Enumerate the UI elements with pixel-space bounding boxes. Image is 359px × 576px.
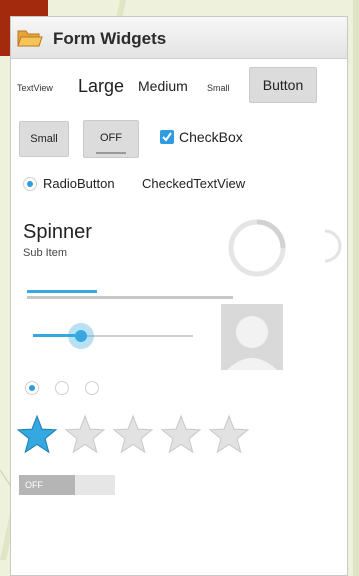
person-icon bbox=[227, 316, 277, 370]
title-bar: Form Widgets bbox=[11, 17, 347, 59]
progress-bar-secondary bbox=[27, 290, 97, 293]
switch-thumb: OFF bbox=[19, 475, 75, 495]
progress-bar-track bbox=[27, 296, 233, 299]
toggle-button[interactable]: OFF bbox=[83, 120, 139, 158]
radio-dot bbox=[27, 181, 33, 187]
rating-star-icon[interactable] bbox=[208, 414, 250, 454]
seekbar-thumb-core bbox=[75, 330, 87, 342]
rating-star-icon[interactable] bbox=[112, 414, 154, 454]
rating-star-icon[interactable] bbox=[17, 414, 58, 454]
window-title: Form Widgets bbox=[53, 29, 167, 48]
slide-right-strip bbox=[353, 0, 359, 576]
toggle-label: OFF bbox=[100, 132, 122, 144]
rating-star-icon[interactable] bbox=[160, 414, 202, 454]
seekbar-thumb[interactable] bbox=[68, 323, 94, 349]
switch[interactable]: OFF bbox=[19, 475, 115, 495]
small-progress-spinner bbox=[324, 229, 342, 263]
radio-button-label: RadioButton bbox=[43, 176, 115, 191]
spinner-subtitle: Sub Item bbox=[23, 247, 68, 259]
avatar bbox=[221, 304, 283, 370]
small-text: Small bbox=[207, 83, 230, 93]
large-progress-spinner bbox=[228, 219, 286, 277]
form-widgets-screen: Form Widgets TextView Large Medium Small… bbox=[10, 16, 348, 576]
large-text: Large bbox=[78, 76, 125, 96]
medium-text: Medium bbox=[138, 78, 188, 94]
rating-star-icon[interactable] bbox=[64, 414, 106, 454]
rating-bar[interactable] bbox=[17, 413, 263, 457]
checkbox[interactable] bbox=[160, 130, 174, 144]
textview-label: TextView bbox=[17, 83, 53, 93]
small-button[interactable]: Small bbox=[19, 121, 69, 157]
radio-group-option-2[interactable] bbox=[55, 381, 69, 395]
radio-group-option-3[interactable] bbox=[85, 381, 99, 395]
normal-button[interactable]: Button bbox=[249, 67, 317, 103]
checkbox-label: CheckBox bbox=[179, 129, 243, 145]
radio-group-option-1[interactable] bbox=[25, 381, 39, 395]
folder-open-icon bbox=[17, 30, 43, 47]
checked-text-view[interactable]: CheckedTextView bbox=[142, 176, 245, 191]
checkmark-icon bbox=[162, 132, 172, 142]
radio-button[interactable] bbox=[23, 177, 37, 191]
radio-dot bbox=[29, 385, 35, 391]
toggle-indicator bbox=[96, 152, 126, 154]
spinner-title[interactable]: Spinner bbox=[23, 221, 92, 244]
